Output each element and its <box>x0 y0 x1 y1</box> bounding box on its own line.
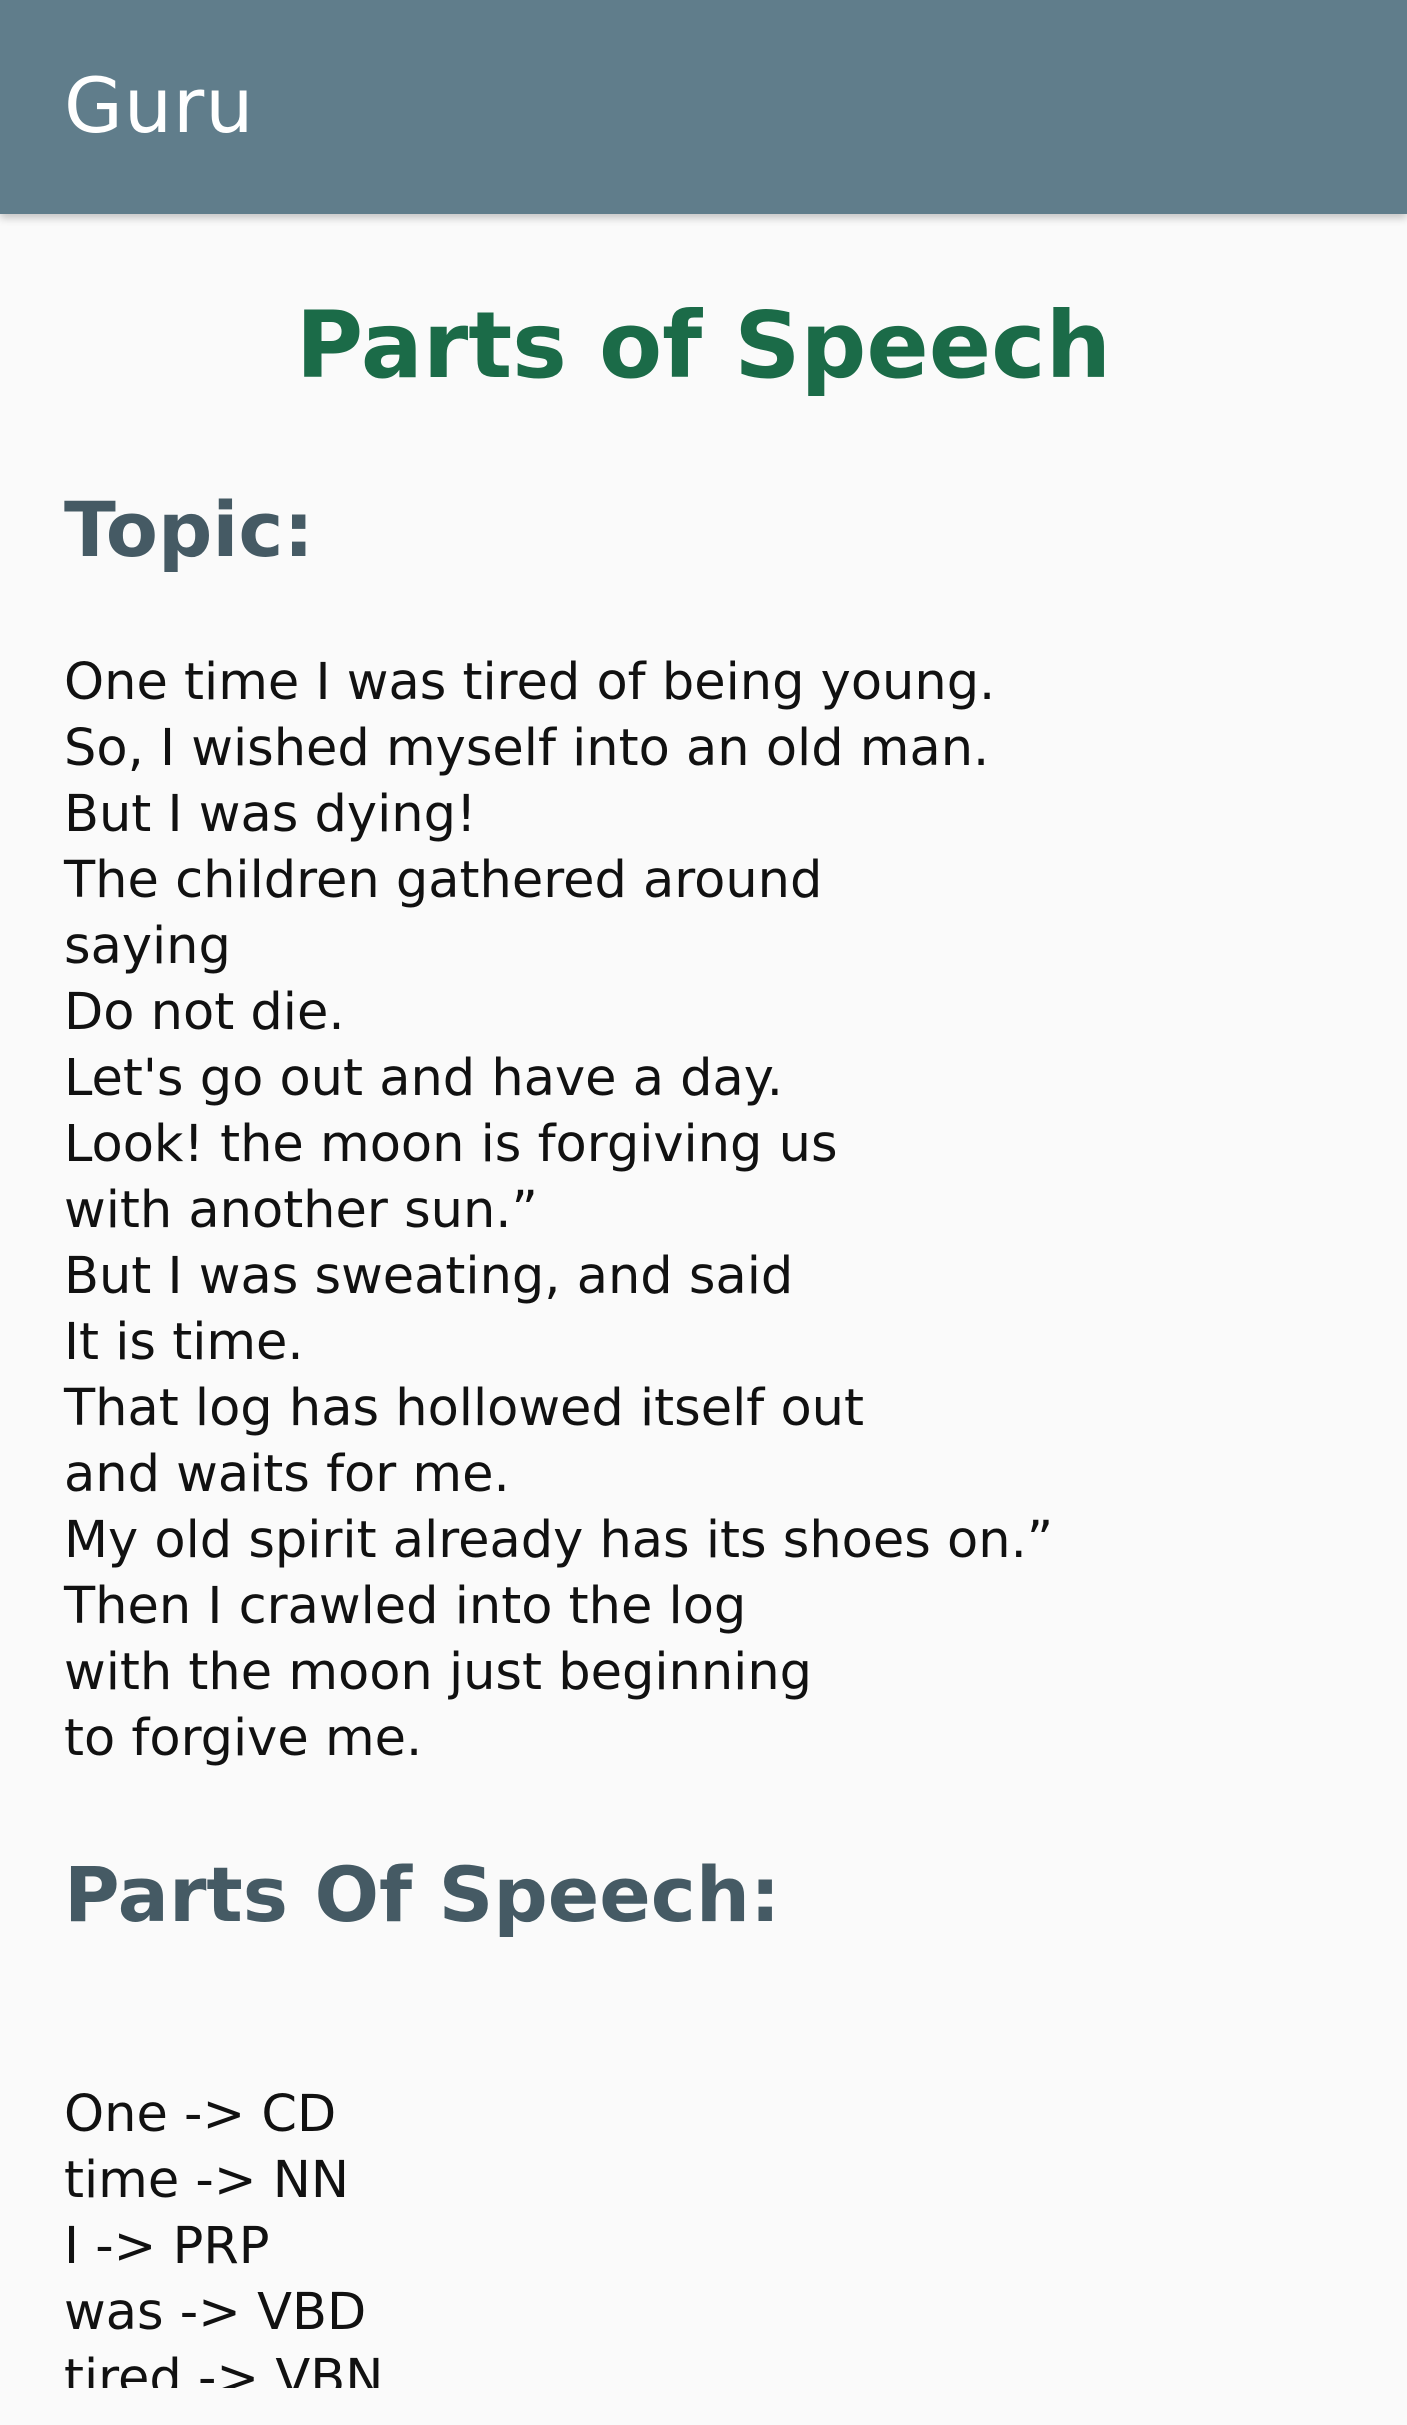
poem-line: One time I was tired of being young. <box>64 653 996 712</box>
poem-line: Look! the moon is forgiving us <box>64 1115 838 1174</box>
pos-tag-item: One -> CD <box>64 2085 337 2144</box>
poem-line: The children gathered around <box>64 851 823 910</box>
poem-line: with another sun.” <box>64 1181 538 1240</box>
poem-text: One time I was tired of being young. So,… <box>64 650 1053 1772</box>
poem-line: Let's go out and have a day. <box>64 1049 783 1108</box>
poem-line: My old spirit already has its shoes on.” <box>64 1511 1054 1570</box>
poem-line: to forgive me. <box>64 1709 423 1768</box>
poem-line: It is time. <box>64 1313 304 1372</box>
poem-line: That log has hollowed itself out <box>64 1379 864 1438</box>
pos-tag-item: tired -> VBN <box>64 2349 384 2388</box>
poem-line: with the moon just beginning <box>64 1643 813 1702</box>
pos-tag-item: was -> VBD <box>64 2283 367 2342</box>
pos-tag-item: time -> NN <box>64 2151 350 2210</box>
app-title: Guru <box>64 61 255 150</box>
app-bar: Guru <box>0 0 1407 214</box>
poem-line: and waits for me. <box>64 1445 510 1504</box>
pos-tag-list: One -> CD time -> NN I -> PRP was -> VBD… <box>64 2082 383 2388</box>
poem-line: Then I crawled into the log <box>64 1577 747 1636</box>
poem-line: So, I wished myself into an old man. <box>64 719 990 778</box>
poem-line: But I was dying! <box>64 785 477 844</box>
topic-heading: Topic: <box>64 485 314 574</box>
parts-of-speech-heading: Parts Of Speech: <box>64 1850 781 1939</box>
page-title: Parts of Speech <box>295 292 1112 399</box>
pos-tag-item: I -> PRP <box>64 2217 270 2276</box>
content-scroll-area[interactable]: Parts of Speech Topic: One time I was ti… <box>0 214 1407 2388</box>
poem-line: saying <box>64 917 231 976</box>
poem-line: But I was sweating, and said <box>64 1247 794 1306</box>
poem-line: Do not die. <box>64 983 345 1042</box>
